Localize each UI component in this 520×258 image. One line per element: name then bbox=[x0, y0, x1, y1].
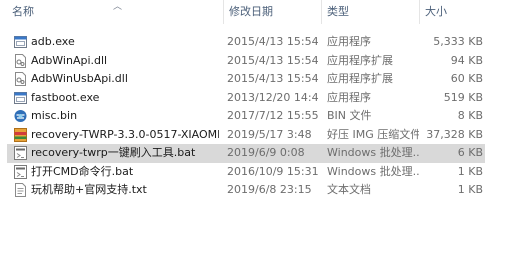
dll-icon bbox=[14, 53, 27, 68]
file-type: 应用程序 bbox=[327, 90, 371, 104]
file-row[interactable]: 玩机帮助+官网支持.txt 2019/6/8 23:15 文本文档 1 KB bbox=[0, 181, 520, 200]
file-row[interactable]: adb.exe 2015/4/13 15:54 应用程序 5,333 KB bbox=[0, 33, 520, 52]
file-date-modified: 2015/4/13 15:54 bbox=[227, 35, 319, 48]
file-size: 94 KB bbox=[450, 53, 483, 67]
file-row[interactable]: 打开CMD命令行.bat 2016/10/9 15:31 Windows 批处理..… bbox=[0, 163, 520, 182]
file-row[interactable]: fastboot.exe 2013/12/20 14:43 应用程序 519 KB bbox=[0, 89, 520, 108]
file-size: 8 KB bbox=[457, 109, 483, 122]
file-type: Windows 批处理... bbox=[327, 164, 419, 178]
column-header-name[interactable]: 名称 bbox=[7, 0, 221, 24]
column-header-size[interactable]: 大小 bbox=[419, 0, 489, 24]
file-date-modified: 2015/4/13 15:54 bbox=[227, 72, 319, 85]
file-type: 应用程序 bbox=[327, 35, 371, 48]
txt-icon bbox=[14, 183, 27, 197]
dll-icon bbox=[14, 72, 27, 86]
file-date-modified: 2019/6/8 23:15 bbox=[227, 183, 312, 196]
exe-icon bbox=[14, 91, 27, 105]
exe-icon bbox=[14, 35, 27, 49]
bat-icon bbox=[14, 146, 27, 160]
file-name: misc.bin bbox=[31, 109, 78, 122]
file-name: recovery-twrp一键刷入工具.bat bbox=[31, 146, 196, 159]
file-row[interactable]: recovery-twrp一键刷入工具.bat 2019/6/9 0:08 Wind… bbox=[0, 144, 520, 163]
file-size: 6 KB bbox=[457, 146, 483, 159]
file-name: adb.exe bbox=[31, 35, 75, 48]
column-header-date[interactable]: 修改日期 bbox=[223, 0, 319, 24]
file-date-modified: 2019/6/9 0:08 bbox=[227, 146, 305, 159]
file-name: AdbWinApi.dll bbox=[31, 53, 108, 67]
file-size: 1 KB bbox=[457, 183, 483, 196]
file-size: 5,333 KB bbox=[433, 35, 483, 48]
file-type: Windows 批处理... bbox=[327, 146, 419, 159]
file-row[interactable]: AdbWinUsbApi.dll 2015/4/13 15:54 应用程序扩展 60 … bbox=[0, 70, 520, 89]
file-name: 打开CMD命令行.bat bbox=[31, 164, 134, 178]
file-size: 519 KB bbox=[443, 90, 483, 104]
file-type: 好压 IMG 压缩文件 bbox=[327, 127, 419, 141]
file-size: 60 KB bbox=[450, 72, 483, 85]
bat-icon bbox=[14, 164, 27, 179]
file-list: ︿ 名称 修改日期 类型 大小 adb.exe 2015/4/13 15:54 应用… bbox=[0, 0, 520, 258]
file-date-modified: 2015/4/13 15:54 bbox=[227, 53, 319, 67]
file-name: AdbWinUsbApi.dll bbox=[31, 72, 128, 85]
file-size: 1 KB bbox=[457, 164, 483, 178]
file-type: 应用程序扩展 bbox=[327, 53, 393, 67]
archive-icon bbox=[14, 127, 27, 142]
file-rows: adb.exe 2015/4/13 15:54 应用程序 5,333 KB AdbWin… bbox=[0, 33, 520, 200]
file-row[interactable]: misc.bin 2017/7/12 15:55 BIN 文件 8 KB bbox=[0, 107, 520, 126]
file-name: 玩机帮助+官网支持.txt bbox=[31, 183, 147, 196]
file-name: fastboot.exe bbox=[31, 90, 100, 104]
file-date-modified: 2019/5/17 3:48 bbox=[227, 127, 312, 141]
file-row[interactable]: recovery-TWRP-3.3.0-0517-XIAOMI8... 2019/… bbox=[0, 126, 520, 145]
file-type: 文本文档 bbox=[327, 183, 371, 196]
file-type: BIN 文件 bbox=[327, 109, 372, 122]
file-date-modified: 2013/12/20 14:43 bbox=[227, 90, 319, 104]
column-header-type[interactable]: 类型 bbox=[321, 0, 417, 24]
file-name: recovery-TWRP-3.3.0-0517-XIAOMI8... bbox=[31, 127, 219, 141]
file-type: 应用程序扩展 bbox=[327, 72, 393, 85]
file-date-modified: 2016/10/9 15:31 bbox=[227, 164, 319, 178]
file-date-modified: 2017/7/12 15:55 bbox=[227, 109, 319, 122]
file-row[interactable]: AdbWinApi.dll 2015/4/13 15:54 应用程序扩展 94 KB bbox=[0, 52, 520, 71]
file-size: 37,328 KB bbox=[426, 127, 483, 141]
bin-icon bbox=[14, 109, 27, 123]
column-header-bar: ︿ 名称 修改日期 类型 大小 bbox=[0, 0, 520, 24]
